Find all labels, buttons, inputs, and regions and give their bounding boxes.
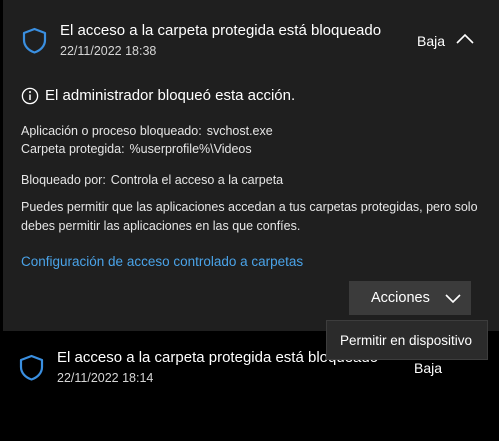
severity-label: Baja bbox=[417, 33, 446, 49]
notification-title: El acceso a la carpeta protegida está bl… bbox=[60, 22, 382, 39]
protected-folder-value: %userprofile%\Videos bbox=[129, 142, 252, 156]
shield-icon bbox=[18, 354, 45, 381]
protected-folder-label: Carpeta protegida: bbox=[21, 142, 125, 156]
chevron-down-icon bbox=[444, 291, 462, 305]
severity-label: Baja bbox=[414, 360, 443, 376]
blocked-app-row: Aplicación o proceso bloqueado: svchost.e… bbox=[21, 124, 273, 138]
notification-card-expanded: El acceso a la carpeta protegida está bl… bbox=[3, 0, 499, 331]
blocked-by-value: Controla el acceso a la carpeta bbox=[110, 173, 284, 187]
actions-button-label: Acciones bbox=[371, 290, 430, 306]
protected-folder-row: Carpeta protegida: %userprofile%\Videos bbox=[21, 142, 252, 156]
menu-item-allow-on-device[interactable]: Permitir en dispositivo bbox=[340, 333, 472, 348]
chevron-up-icon[interactable] bbox=[453, 30, 477, 48]
info-message: El administrador bloqueó esta acción. bbox=[45, 87, 296, 104]
shield-icon bbox=[21, 27, 48, 54]
blocked-by-label: Bloqueado por: bbox=[21, 173, 106, 187]
notification-timestamp: 22/11/2022 18:14 bbox=[57, 371, 154, 385]
notification-timestamp: 22/11/2022 18:38 bbox=[60, 44, 157, 58]
actions-menu: Permitir en dispositivo bbox=[326, 320, 488, 360]
blocked-app-label: Aplicación o proceso bloqueado: bbox=[21, 124, 202, 138]
settings-link[interactable]: Configuración de acceso controlado a car… bbox=[21, 254, 303, 269]
actions-button[interactable]: Acciones bbox=[349, 281, 471, 315]
info-icon bbox=[21, 87, 39, 105]
blocked-by-row: Bloqueado por: Controla el acceso a la ca… bbox=[21, 173, 283, 187]
description-text: Puedes permitir que las aplicaciones acc… bbox=[21, 200, 478, 233]
blocked-app-value: svchost.exe bbox=[206, 124, 273, 138]
